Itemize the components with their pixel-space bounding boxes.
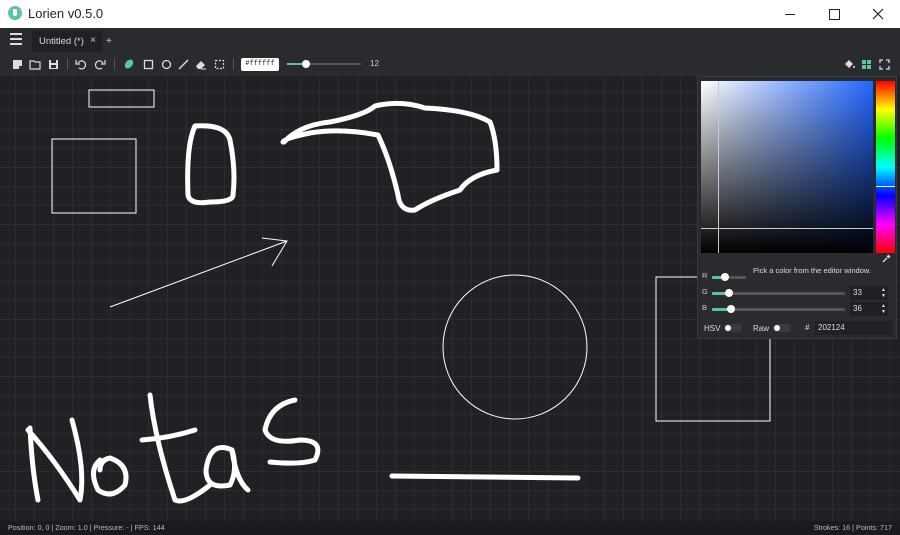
hsv-label: HSV (704, 323, 721, 333)
eyedropper-icon (882, 254, 890, 262)
stroke-circle (442, 274, 588, 420)
raw-toggle[interactable]: Raw (753, 321, 792, 335)
status-bar: Position: 0, 0 | Zoom: 1.0 | Pressure: -… (0, 521, 900, 535)
rectangle-icon (143, 59, 153, 69)
line-icon (178, 59, 188, 69)
circle-tool-button[interactable] (158, 56, 174, 72)
maximize-button[interactable] (812, 0, 856, 28)
fullscreen-icon (878, 58, 890, 70)
brush-color-button[interactable]: #ffffff (241, 58, 279, 71)
blue-value-input[interactable]: 36 ▲ ▼ (850, 302, 888, 316)
new-file-button[interactable] (9, 56, 25, 72)
green-row: G 33 ▲ ▼ (702, 286, 894, 300)
hue-slider[interactable] (876, 81, 895, 253)
eyedropper-button[interactable] (880, 253, 892, 263)
new-tab-button[interactable]: + (106, 36, 112, 47)
minimize-button[interactable] (768, 0, 812, 28)
blue-label: B (702, 303, 708, 312)
stroke-handwriting-notas (25, 392, 321, 504)
toolbar-divider (233, 58, 234, 70)
blue-value: 36 (853, 304, 862, 313)
stroke-zero (185, 123, 237, 206)
hsv-toggle[interactable]: HSV (704, 321, 743, 335)
rectangle-tool-button[interactable] (140, 56, 156, 72)
red-handle[interactable] (721, 273, 730, 281)
red-label: R (702, 271, 708, 280)
stroke-rectangle (51, 138, 137, 214)
toolbar: #ffffff 12 (0, 52, 900, 76)
new-file-icon (12, 59, 22, 69)
stroke-blob (280, 100, 500, 213)
picker-crosshair-horizontal (701, 228, 873, 229)
tab-untitled[interactable]: Untitled (*) × (32, 31, 102, 52)
hsv-switch[interactable] (724, 324, 743, 332)
undo-icon (75, 60, 87, 70)
blue-row: B 36 ▲ ▼ (702, 302, 894, 316)
blue-handle[interactable] (726, 305, 735, 313)
tab-close-icon[interactable]: × (90, 35, 96, 46)
paint-bucket-icon (845, 60, 855, 68)
hex-input[interactable]: 202124 (815, 321, 893, 335)
hex-hash-label: # (805, 323, 810, 332)
fullscreen-button[interactable] (876, 56, 892, 72)
eraser-tool-button[interactable] (193, 56, 209, 72)
grid-toggle-button[interactable] (858, 56, 874, 72)
open-file-button[interactable] (27, 56, 43, 72)
brush-tool-button[interactable] (121, 56, 137, 72)
tab-label: Untitled (*) (39, 36, 84, 47)
toolbar-divider (114, 58, 115, 70)
green-spin-icon[interactable]: ▲ ▼ (881, 287, 886, 299)
blue-slider[interactable] (712, 305, 845, 313)
brush-size-slider[interactable] (287, 60, 361, 68)
hue-marker (876, 186, 895, 187)
tab-bar: Untitled (*) × + (0, 28, 900, 52)
toolbar-divider (67, 58, 68, 70)
status-right: Strokes: 16 | Points: 717 (813, 523, 892, 532)
circle-icon (161, 59, 171, 69)
green-value: 33 (853, 288, 862, 297)
window-title: Lorien v0.5.0 (28, 6, 104, 21)
folder-icon (29, 59, 41, 70)
picker-hint: Pick a color from the editor window. (753, 266, 871, 275)
blue-spin-icon[interactable]: ▲ ▼ (881, 303, 886, 315)
stroke-small-rectangle (88, 89, 155, 108)
green-slider[interactable] (712, 289, 845, 297)
background-color-button[interactable] (841, 56, 857, 72)
selection-icon (214, 59, 224, 69)
stroke-arrow (109, 237, 288, 308)
status-left: Position: 0, 0 | Zoom: 1.0 | Pressure: -… (8, 523, 165, 532)
brush-icon (124, 59, 134, 69)
picker-options-row: HSV Raw # 202124 (702, 321, 894, 335)
selection-tool-button[interactable] (211, 56, 227, 72)
green-label: G (702, 287, 708, 296)
brush-size-value: 12 (370, 59, 379, 68)
green-value-input[interactable]: 33 ▲ ▼ (850, 286, 888, 300)
close-window-button[interactable] (856, 0, 900, 28)
green-handle[interactable] (725, 289, 734, 297)
red-slider[interactable] (712, 273, 746, 281)
brush-size-handle[interactable] (301, 60, 310, 68)
undo-button[interactable] (73, 56, 89, 72)
title-bar: Lorien v0.5.0 (0, 0, 900, 28)
raw-switch[interactable] (773, 324, 792, 332)
stroke-line (389, 473, 581, 481)
hamburger-menu-icon[interactable] (10, 33, 22, 45)
maximize-icon (828, 8, 840, 20)
raw-label: Raw (753, 323, 770, 333)
save-icon (48, 59, 58, 69)
saturation-value-area[interactable] (701, 81, 873, 253)
eraser-icon (196, 60, 206, 69)
minimize-icon (785, 13, 795, 15)
color-picker-panel: R Pick a color from the editor window. G… (697, 76, 897, 339)
line-tool-button[interactable] (175, 56, 191, 72)
grid-icon (861, 59, 871, 69)
save-file-button[interactable] (45, 56, 61, 72)
lorien-logo-icon (8, 6, 22, 20)
redo-icon (94, 60, 106, 70)
redo-button[interactable] (92, 56, 108, 72)
close-icon (872, 8, 884, 20)
